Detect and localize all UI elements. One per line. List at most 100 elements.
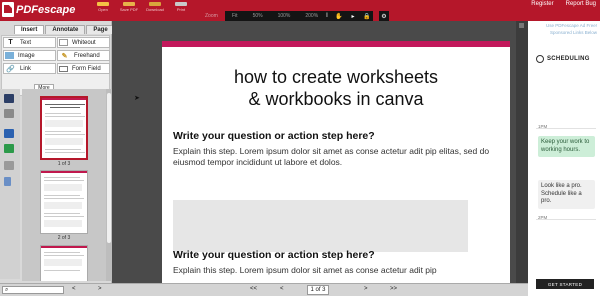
thumb-line (44, 213, 80, 214)
bottom-toolbar: ⌕ < > << < 1 of 3 > >> (0, 283, 528, 296)
thumb-header (41, 171, 87, 173)
download-icon (149, 2, 161, 6)
app-toolbar: PDFescape Open Save PDF Download Print Z… (0, 0, 600, 21)
ad-card-1: Keep your work to working hours. (538, 136, 595, 157)
thumb-line (45, 116, 85, 117)
ad-brand[interactable]: SCHEDULING (536, 55, 590, 63)
ad-card-2: Look like a pro. Schedule like a pro. (538, 180, 595, 209)
first-page-button[interactable]: << (250, 286, 257, 292)
thumb-line (44, 180, 84, 181)
report-bug-link[interactable]: Report Bug (566, 1, 596, 7)
mouse-cursor-icon: ➤ (134, 95, 140, 102)
insert-whiteout-button[interactable]: Whiteout (57, 37, 110, 48)
insert-image-button[interactable]: Image (3, 50, 56, 61)
zoom-50-option[interactable]: 50% (246, 13, 271, 19)
pdf-page[interactable]: how to create worksheets & workbooks in … (162, 41, 510, 283)
tab-insert[interactable]: Insert (14, 25, 45, 34)
thumb-line (45, 104, 85, 105)
insert-tools-grid: T Text Whiteout Image ✎ Freehand 🔗 Link … (1, 35, 110, 96)
zoom-100-option[interactable]: 100% (271, 13, 299, 19)
ad-divider (536, 219, 596, 220)
thumb-line (44, 177, 80, 178)
hand-tool[interactable]: ✋ (334, 11, 344, 21)
print-tool-label: Print (176, 7, 186, 12)
printer-icon[interactable] (4, 161, 14, 170)
insert-whiteout-label: Whiteout (72, 39, 96, 46)
pencil-icon: ✎ (61, 52, 68, 60)
lock-tool[interactable]: 🔒 (362, 11, 372, 21)
thumb-line (45, 113, 81, 114)
save-disk-icon[interactable] (4, 129, 14, 138)
thumb-line (45, 149, 81, 150)
prev-page-button[interactable]: < (280, 286, 284, 292)
tab-annotate[interactable]: Annotate (45, 25, 86, 34)
search-next-button[interactable]: > (98, 286, 102, 292)
arrow-tool[interactable]: ▸ (348, 11, 358, 21)
document-title: how to create worksheets & workbooks in … (162, 66, 510, 110)
printer-icon (175, 2, 187, 6)
scrollbar-thumb[interactable] (107, 93, 111, 243)
page-thumbnail-1[interactable] (40, 96, 88, 160)
link-icon: 🔗 (6, 65, 15, 73)
form-field-icon (59, 65, 68, 72)
thumb-line (44, 216, 84, 217)
document-scrollbar[interactable] (516, 21, 528, 283)
thumb-line (44, 195, 80, 196)
thumb-block (45, 138, 83, 145)
scroll-up-icon[interactable] (519, 23, 524, 28)
download-tool-button[interactable]: Download (146, 2, 164, 12)
thumb-header (41, 246, 87, 248)
refresh-icon[interactable] (4, 144, 14, 153)
answer-box (173, 200, 468, 252)
thumb-line (45, 134, 85, 135)
save-tool-button[interactable]: Save PDF (120, 2, 138, 12)
ad-sidebar: Use PDFescape Ad Free! Sponsored Links B… (528, 21, 600, 296)
search-prev-button[interactable]: < (72, 286, 76, 292)
side-icon-strip (0, 89, 20, 279)
settings-button[interactable]: ⚙ (379, 11, 389, 21)
title-line-2: & workbooks in canva (248, 89, 424, 109)
text-cursor-icon: I (326, 13, 328, 19)
page-number-input[interactable]: 1 of 3 (307, 285, 329, 295)
register-link[interactable]: Register (531, 1, 553, 7)
thumb-line (44, 270, 80, 271)
pdfescape-logo[interactable]: PDFescape (2, 2, 75, 17)
print-tool-button[interactable]: Print (174, 2, 188, 12)
save-icon (123, 2, 135, 6)
top-links: Register Report Bug (531, 1, 596, 7)
ad-get-started-button[interactable]: GET STARTED (536, 279, 594, 289)
insert-text-button[interactable]: T Text (3, 37, 56, 48)
folder-icon (97, 2, 109, 6)
last-page-button[interactable]: >> (390, 286, 397, 292)
page-thumbnail-2[interactable] (40, 170, 88, 234)
thumbnail-label-1: 1 of 3 (57, 161, 71, 167)
thumb-block (44, 202, 82, 209)
insert-image-label: Image (18, 52, 35, 59)
insert-form-field-button[interactable]: Form Field (57, 63, 110, 74)
ad-brand-name: SCHEDULING (547, 56, 590, 62)
pdf-logo-icon (2, 2, 14, 17)
open-tool-label: Open (98, 7, 108, 12)
sponsored-label: Sponsored Links Below (549, 30, 597, 35)
left-panel: Insert Annotate Page T Text Whiteout Ima… (0, 21, 115, 283)
search-icon: ⌕ (5, 287, 9, 293)
zoom-fit-option[interactable]: Fit (225, 13, 246, 19)
thumbnail-list: 1 of 3 2 of 3 (22, 89, 106, 281)
ad-free-link[interactable]: Use PDFescape Ad Free! (528, 22, 597, 29)
insert-freehand-button[interactable]: ✎ Freehand (57, 50, 110, 61)
search-input[interactable]: ⌕ (2, 286, 64, 294)
page-thumbnail-3[interactable] (40, 245, 88, 281)
question-heading-2: Write your question or action step here? (173, 249, 375, 261)
thumb-line (45, 152, 85, 153)
thumb-block (44, 259, 82, 266)
text-T-icon: T (8, 39, 13, 46)
page-view-icon[interactable] (4, 94, 14, 103)
insert-link-button[interactable]: 🔗 Link (3, 63, 56, 74)
insert-text-label: Text (20, 39, 32, 46)
tab-page[interactable]: Page (86, 25, 115, 34)
grid-icon[interactable] (4, 177, 11, 186)
open-tool-button[interactable]: Open (96, 2, 110, 12)
text-select-tool[interactable]: I (322, 11, 332, 21)
pages-icon[interactable] (4, 109, 14, 118)
next-page-button[interactable]: > (364, 286, 368, 292)
